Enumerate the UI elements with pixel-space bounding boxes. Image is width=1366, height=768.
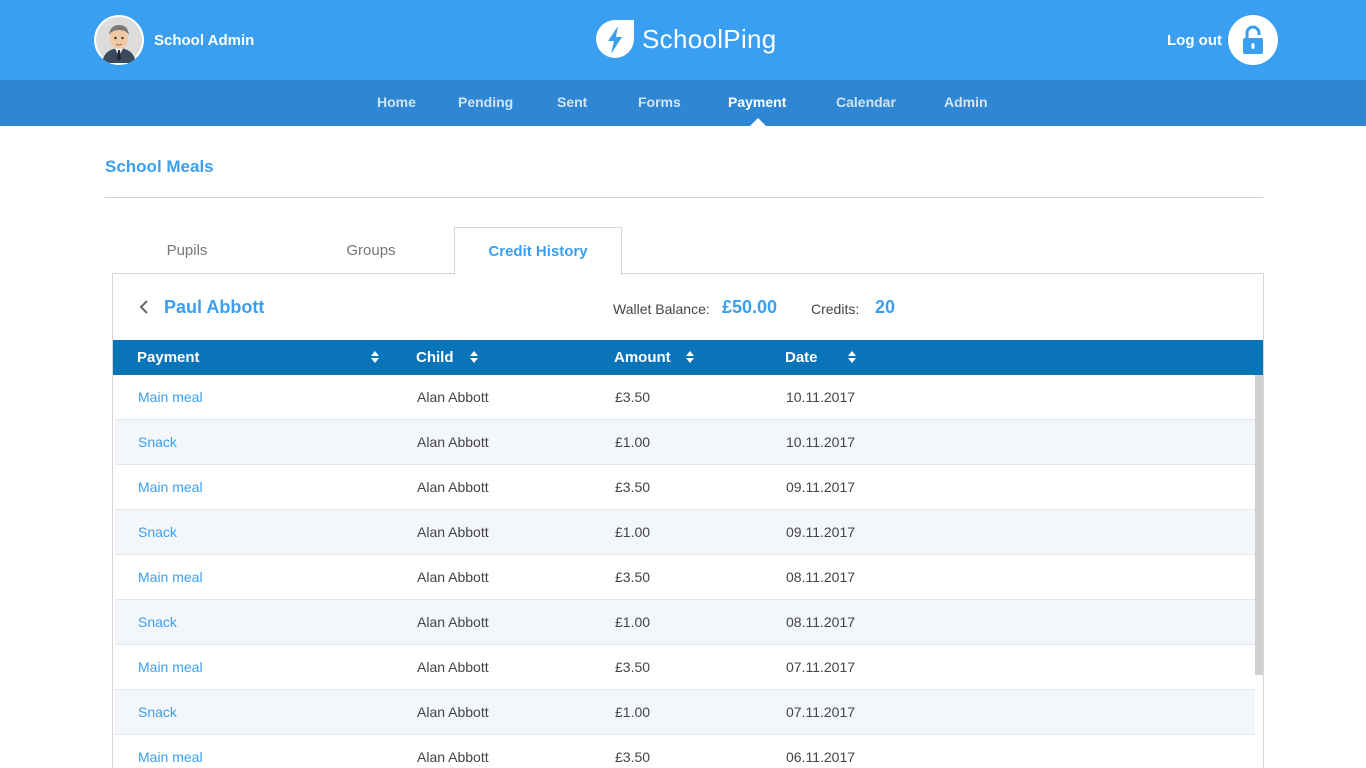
lightning-bolt-icon (596, 20, 634, 58)
active-nav-caret-icon (750, 118, 766, 126)
unlocked-padlock-icon (1228, 15, 1278, 65)
table-row: Main meal Alan Abbott £3.50 07.11.2017 (115, 645, 1255, 690)
table-row: Main meal Alan Abbott £3.50 10.11.2017 (115, 375, 1255, 420)
table-row: Snack Alan Abbott £1.00 09.11.2017 (115, 510, 1255, 555)
child-cell: Alan Abbott (417, 749, 489, 765)
payment-cell[interactable]: Main meal (138, 645, 203, 690)
date-cell: 08.11.2017 (786, 614, 856, 630)
column-header-child[interactable]: Child (416, 340, 454, 375)
child-cell: Alan Abbott (417, 659, 489, 675)
amount-cell: £3.50 (615, 569, 651, 585)
sort-arrows-icon[interactable] (469, 350, 479, 364)
column-header-date[interactable]: Date (785, 340, 818, 375)
nav-item-home[interactable]: Home (377, 80, 416, 126)
chevron-left-icon[interactable] (136, 297, 152, 317)
amount-cell: £1.00 (615, 434, 651, 450)
child-cell: Alan Abbott (417, 389, 489, 405)
tab-groups[interactable]: Groups (296, 227, 446, 274)
amount-cell: £3.50 (615, 389, 651, 405)
table-row: Snack Alan Abbott £1.00 08.11.2017 (115, 600, 1255, 645)
table-scrollbar[interactable] (1255, 375, 1263, 675)
nav-item-payment-label: Payment (728, 94, 787, 110)
child-cell: Alan Abbott (417, 704, 489, 720)
logout-label: Log out (1167, 31, 1222, 49)
date-cell: 09.11.2017 (786, 524, 856, 540)
wallet-balance-value: £50.00 (722, 297, 778, 317)
wallet-balance-label: Wallet Balance: (613, 301, 710, 317)
logout-button[interactable]: Log out (1167, 15, 1278, 65)
amount-cell: £1.00 (615, 614, 651, 630)
amount-cell: £1.00 (615, 704, 651, 720)
payment-cell[interactable]: Main meal (138, 735, 203, 768)
amount-cell: £3.50 (615, 749, 651, 765)
nav-item-admin[interactable]: Admin (944, 80, 988, 126)
top-bar: School Admin SchoolPing Log out (0, 0, 1366, 80)
nav-item-forms[interactable]: Forms (638, 80, 681, 126)
sort-arrows-icon[interactable] (370, 350, 380, 364)
date-cell: 10.11.2017 (786, 389, 856, 405)
main-nav: Home Pending Sent Forms Payment Calendar… (0, 80, 1366, 126)
credits-value: 20 (875, 297, 896, 317)
table-row: Main meal Alan Abbott £3.50 09.11.2017 (115, 465, 1255, 510)
user-name: School Admin (154, 31, 255, 49)
child-cell: Alan Abbott (417, 614, 489, 630)
table-row: Snack Alan Abbott £1.00 10.11.2017 (115, 420, 1255, 465)
credits-label: Credits: (811, 301, 860, 317)
amount-cell: £1.00 (615, 524, 651, 540)
payment-cell[interactable]: Main meal (138, 465, 203, 510)
tab-pupils[interactable]: Pupils (112, 227, 262, 274)
date-cell: 08.11.2017 (786, 569, 856, 585)
date-cell: 09.11.2017 (786, 479, 856, 495)
page-title: School Meals (105, 157, 214, 176)
payment-cell[interactable]: Snack (138, 420, 177, 465)
nav-item-calendar[interactable]: Calendar (836, 80, 896, 126)
table-row: Snack Alan Abbott £1.00 07.11.2017 (115, 690, 1255, 735)
payment-cell[interactable]: Main meal (138, 555, 203, 600)
date-cell: 07.11.2017 (786, 659, 856, 675)
payment-cell[interactable]: Snack (138, 510, 177, 555)
payment-cell[interactable]: Snack (138, 690, 177, 735)
sort-arrows-icon[interactable] (685, 350, 695, 364)
sort-arrows-icon[interactable] (847, 350, 857, 364)
table-header: Payment Child Amount Date (113, 340, 1263, 375)
date-cell: 07.11.2017 (786, 704, 856, 720)
pupil-name[interactable]: Paul Abbott (164, 297, 264, 318)
tab-credit-history[interactable]: Credit History (454, 227, 622, 275)
column-header-payment[interactable]: Payment (137, 340, 200, 375)
table-row: Main meal Alan Abbott £3.50 08.11.2017 (115, 555, 1255, 600)
column-header-amount[interactable]: Amount (614, 340, 671, 375)
nav-item-sent[interactable]: Sent (557, 80, 587, 126)
child-cell: Alan Abbott (417, 569, 489, 585)
payment-cell[interactable]: Main meal (138, 375, 203, 420)
table-body: Main meal Alan Abbott £3.50 10.11.2017 S… (115, 375, 1263, 768)
nav-item-pending[interactable]: Pending (458, 80, 513, 126)
amount-cell: £3.50 (615, 659, 651, 675)
child-cell: Alan Abbott (417, 479, 489, 495)
amount-cell: £3.50 (615, 479, 651, 495)
table-row: Main meal Alan Abbott £3.50 06.11.2017 (115, 735, 1255, 768)
payment-cell[interactable]: Snack (138, 600, 177, 645)
title-divider (105, 197, 1263, 198)
child-cell: Alan Abbott (417, 434, 489, 450)
date-cell: 06.11.2017 (786, 749, 856, 765)
user-avatar-icon (94, 15, 144, 65)
nav-item-payment[interactable]: Payment (728, 80, 788, 126)
user-profile[interactable]: School Admin (94, 15, 254, 65)
date-cell: 10.11.2017 (786, 434, 856, 450)
brand-name: SchoolPing (642, 23, 777, 54)
brand-logo[interactable]: SchoolPing (594, 18, 777, 60)
child-cell: Alan Abbott (417, 524, 489, 540)
